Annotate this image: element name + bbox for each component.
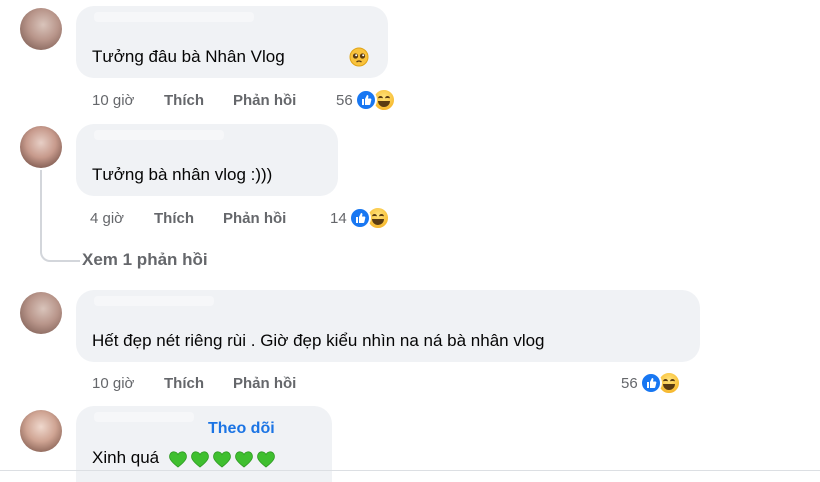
comment-bubble: Tưởng đâu bà Nhân Vlog <box>76 6 388 78</box>
like-reaction-icon <box>348 207 371 229</box>
like-reaction-icon <box>354 89 377 111</box>
comment-text: Xinh quá <box>92 448 278 468</box>
like-button[interactable]: Thích <box>164 375 204 392</box>
comment-text-value: Xinh quá <box>92 448 160 467</box>
green-heart-emoji-icon <box>212 450 231 468</box>
view-replies-link[interactable]: Xem 1 phản hồi <box>82 250 208 270</box>
commenter-name-redacted[interactable] <box>94 412 194 422</box>
comment-time[interactable]: 10 giờ <box>92 375 134 392</box>
comment-bubble: Hết đẹp nét riêng rùi . Giờ đẹp kiểu nhì… <box>76 290 700 362</box>
avatar[interactable] <box>20 8 62 50</box>
reaction-summary[interactable]: 14 <box>330 206 390 230</box>
comment-text: Tưởng đâu bà Nhân Vlog <box>92 47 285 66</box>
reply-button[interactable]: Phản hồi <box>233 375 296 392</box>
avatar[interactable] <box>20 410 62 452</box>
pleading-face-emoji-icon <box>349 47 369 67</box>
reply-label[interactable]: Phản hồi <box>233 375 296 392</box>
green-hearts <box>168 450 278 468</box>
reaction-count: 56 <box>336 91 353 109</box>
bottom-divider <box>0 470 820 471</box>
commenter-name-redacted[interactable] <box>94 296 214 306</box>
reply-label[interactable]: Phản hồi <box>233 92 296 109</box>
like-button[interactable]: Thích <box>164 92 204 109</box>
reaction-summary[interactable]: 56 <box>336 88 396 112</box>
commenter-name-redacted[interactable] <box>94 12 254 22</box>
green-heart-emoji-icon <box>190 450 209 468</box>
reply-thread-line <box>40 170 80 262</box>
comment-time[interactable]: 10 giờ <box>92 92 134 109</box>
follow-button[interactable]: Theo dõi <box>208 420 275 438</box>
reply-label[interactable]: Phản hồi <box>223 210 286 227</box>
reply-button[interactable]: Phản hồi <box>233 92 296 109</box>
like-reaction-icon <box>639 372 662 394</box>
comment-text: Tưởng bà nhân vlog :))) <box>92 165 273 184</box>
reaction-count: 14 <box>330 209 347 227</box>
reaction-summary[interactable]: 56 <box>621 371 681 395</box>
green-heart-emoji-icon <box>168 450 187 468</box>
green-heart-emoji-icon <box>234 450 253 468</box>
avatar[interactable] <box>20 292 62 334</box>
like-button[interactable]: Thích <box>154 210 194 227</box>
commenter-name-redacted[interactable] <box>94 130 224 140</box>
green-heart-emoji-icon <box>256 450 275 468</box>
comment-time[interactable]: 4 giờ <box>90 210 124 227</box>
avatar[interactable] <box>20 126 62 168</box>
like-label[interactable]: Thích <box>154 210 194 227</box>
comment-bubble: Tưởng bà nhân vlog :))) <box>76 124 338 196</box>
comment-text: Hết đẹp nét riêng rùi . Giờ đẹp kiểu nhì… <box>92 331 545 350</box>
reply-button[interactable]: Phản hồi <box>223 210 286 227</box>
like-label[interactable]: Thích <box>164 375 204 392</box>
reaction-count: 56 <box>621 374 638 392</box>
like-label[interactable]: Thích <box>164 92 204 109</box>
